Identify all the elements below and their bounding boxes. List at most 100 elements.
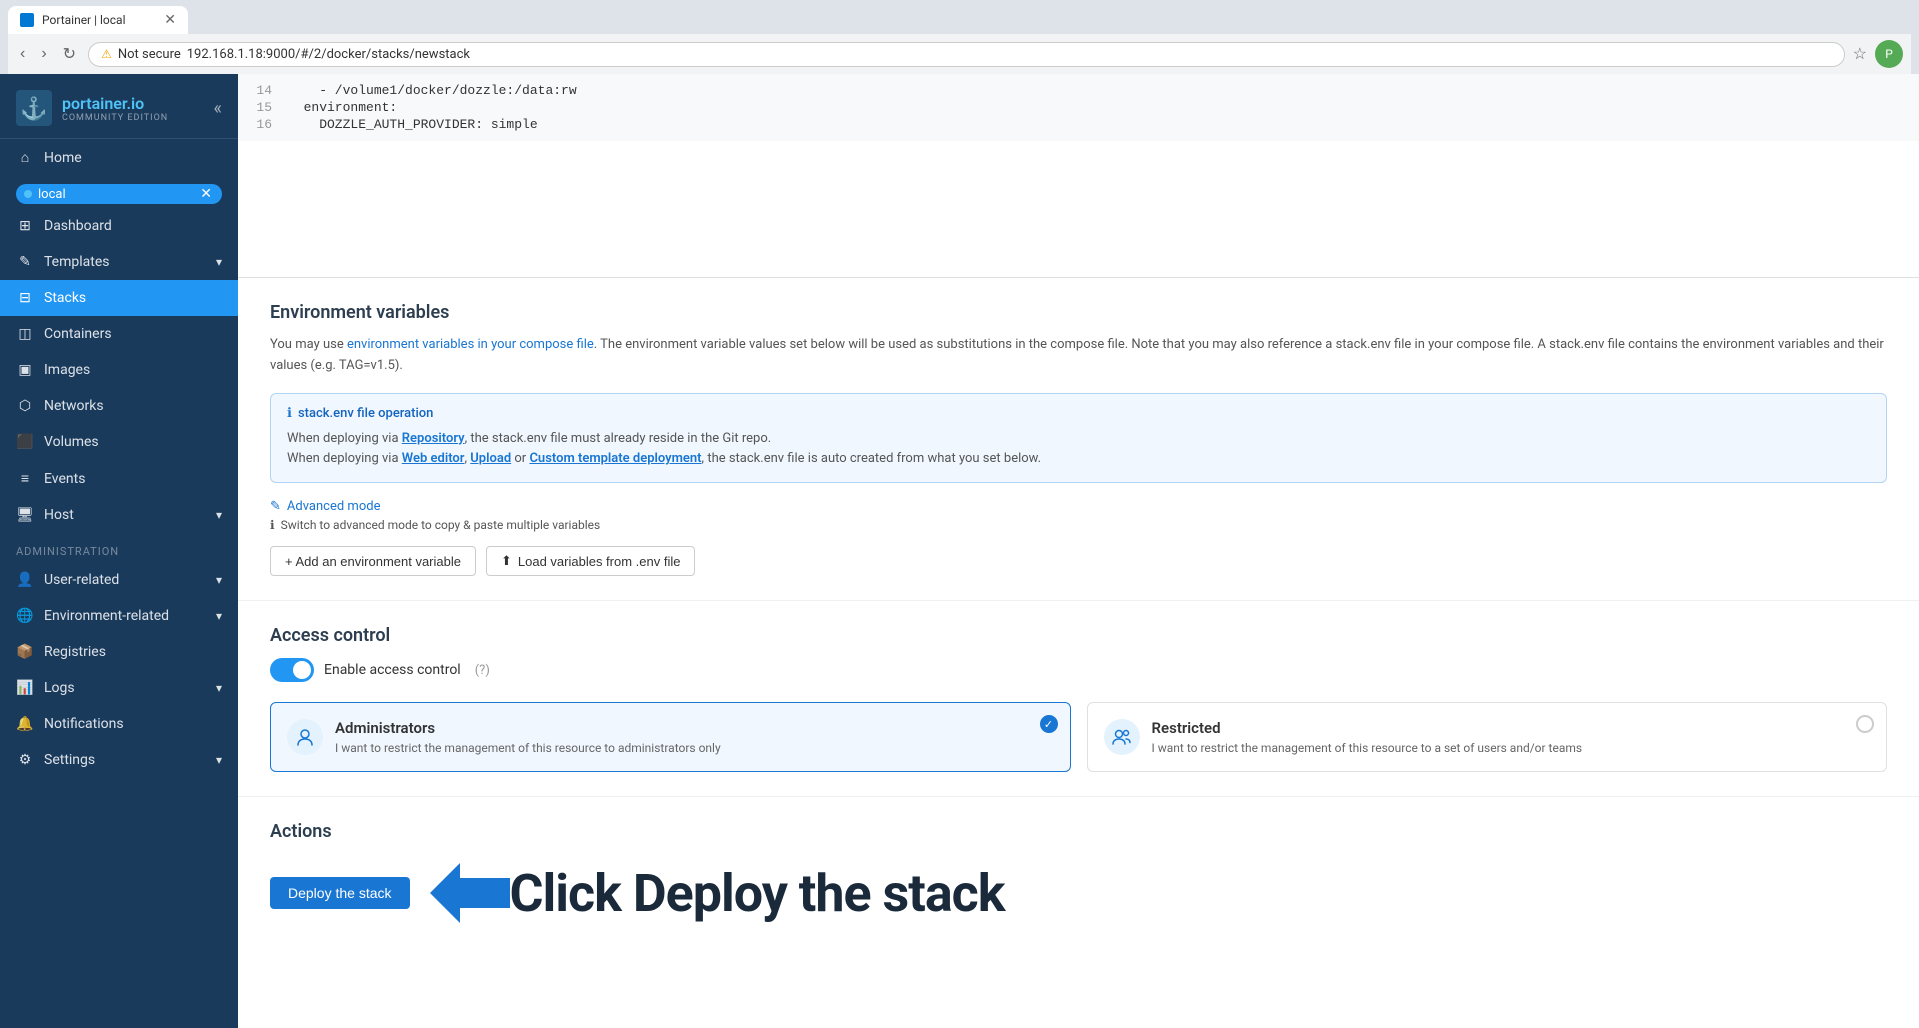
forward-btn[interactable]: › [37, 41, 50, 67]
code-line-14: 14 - /volume1/docker/dozzle:/data:rw [238, 82, 1919, 99]
sidebar-item-templates[interactable]: ✎ Templates ▾ [0, 244, 238, 280]
info-line2-mid2: or [511, 451, 529, 466]
advanced-mode-label: Advanced mode [287, 499, 381, 514]
administrators-content: Administrators I want to restrict the ma… [335, 719, 1054, 755]
env-desc-link[interactable]: environment variables in your compose fi… [347, 337, 594, 352]
active-tab[interactable]: Portainer | local ✕ [8, 6, 188, 34]
sidebar-item-registries[interactable]: 📦 Registries [0, 634, 238, 670]
reload-btn[interactable]: ↻ [59, 40, 80, 68]
info-line1-link[interactable]: Repository [402, 431, 465, 446]
images-icon: ▣ [16, 362, 34, 378]
restricted-icon [1104, 719, 1140, 755]
code-empty-space [238, 141, 1919, 261]
url-display: 192.168.1.18:9000/#/2/docker/stacks/news… [187, 47, 470, 62]
sidebar-item-label: Events [44, 471, 85, 487]
info-line2-link3[interactable]: Custom template deployment [529, 451, 701, 466]
tab-favicon [20, 13, 34, 27]
logo-area: ⚓ portainer.io COMMUNITY EDITION [16, 90, 168, 126]
bookmark-btn[interactable]: ☆ [1853, 44, 1867, 64]
sidebar-item-label: Stacks [44, 290, 86, 306]
code-block: 14 - /volume1/docker/dozzle:/data:rw 15 … [238, 74, 1919, 141]
toggle-label: Enable access control [324, 662, 461, 678]
host-chevron-icon: ▾ [216, 508, 222, 522]
containers-icon: ◫ [16, 326, 34, 342]
advanced-mode-toggle[interactable]: ✎ Advanced mode [270, 499, 1887, 514]
info-line-1: When deploying via Repository, the stack… [287, 429, 1870, 450]
back-btn[interactable]: ‹ [16, 41, 29, 67]
sidebar-item-stacks[interactable]: ⊟ Stacks [0, 280, 238, 316]
host-icon: 🖥 [16, 507, 34, 523]
sidebar-item-notifications[interactable]: 🔔 Notifications [0, 706, 238, 742]
browser-tabs: Portainer | local ✕ [8, 6, 1911, 34]
add-env-var-btn[interactable]: + Add an environment variable [270, 546, 476, 576]
sidebar-item-images[interactable]: ▣ Images [0, 352, 238, 388]
env-close-btn[interactable]: ✕ [200, 186, 212, 202]
sidebar-item-label: Settings [44, 752, 95, 768]
restricted-radio [1856, 715, 1874, 733]
tab-close-btn[interactable]: ✕ [164, 12, 176, 28]
sidebar-collapse-btn[interactable]: « [214, 98, 222, 119]
user-avatar[interactable]: P [1875, 40, 1903, 68]
sidebar-item-label: Registries [44, 644, 106, 660]
actions-section: Actions Deploy the stack Click Deploy th… [238, 797, 1919, 968]
line-content: - /volume1/docker/dozzle:/data:rw [288, 82, 577, 99]
annotation-arrow-icon [430, 858, 510, 928]
environment-related-icon: 🌐 [16, 608, 34, 624]
deploy-stack-btn[interactable]: Deploy the stack [270, 877, 410, 909]
sidebar-item-volumes[interactable]: ⬛ Volumes [0, 424, 238, 460]
sidebar-item-networks[interactable]: ⬡ Networks [0, 388, 238, 424]
access-control-section: Access control Enable access control (?) [238, 601, 1919, 797]
info-line1-pre: When deploying via [287, 431, 402, 446]
info-circle-icon: ℹ [287, 406, 292, 421]
administrators-icon [287, 719, 323, 755]
advanced-mode-sub: ℹ Switch to advanced mode to copy & past… [270, 518, 1887, 532]
templates-icon: ✎ [16, 254, 34, 270]
sidebar-item-user-related[interactable]: 👤 User-related ▾ [0, 562, 238, 598]
networks-icon: ⬡ [16, 398, 34, 414]
sidebar-item-label: Environment-related [44, 608, 169, 624]
sidebar-item-dashboard[interactable]: ⊞ Dashboard [0, 208, 238, 244]
access-card-restricted[interactable]: Restricted I want to restrict the manage… [1087, 702, 1888, 772]
sidebar-item-label: Templates [44, 254, 110, 270]
load-env-btn[interactable]: ⬆ Load variables from .env file [486, 546, 696, 576]
sidebar-item-containers[interactable]: ◫ Containers [0, 316, 238, 352]
deploy-stack-label: Deploy the stack [288, 885, 392, 901]
logs-icon: 📊 [16, 680, 34, 696]
sidebar-item-label: Networks [44, 398, 104, 414]
volumes-icon: ⬛ [16, 434, 34, 450]
templates-chevron-icon: ▾ [216, 255, 222, 269]
sidebar-item-host[interactable]: 🖥 Host ▾ [0, 497, 238, 533]
env-badge[interactable]: local ✕ [16, 184, 222, 204]
sidebar-item-events[interactable]: ≡ Events [0, 460, 238, 497]
toggle-info-icon[interactable]: (?) [475, 663, 490, 678]
add-env-var-label: + Add an environment variable [285, 554, 461, 569]
access-card-administrators[interactable]: Administrators I want to restrict the ma… [270, 702, 1071, 772]
sidebar-item-home[interactable]: ⌂ Home [0, 139, 238, 176]
administrators-title: Administrators [335, 719, 1054, 737]
env-name: local [38, 187, 66, 202]
info-box-title: ℹ stack.env file operation [287, 406, 1870, 421]
user-related-chevron-icon: ▾ [216, 573, 222, 587]
line-content: DOZZLE_AUTH_PROVIDER: simple [288, 116, 538, 133]
code-line-16: 16 DOZZLE_AUTH_PROVIDER: simple [238, 116, 1919, 133]
sidebar-item-label: Home [44, 150, 82, 166]
restricted-title: Restricted [1152, 719, 1871, 737]
info-line-2: When deploying via Web editor, Upload or… [287, 449, 1870, 470]
security-icon: ⚠ [101, 47, 112, 61]
info-line2-link1[interactable]: Web editor [402, 451, 465, 466]
sidebar-logo: ⚓ portainer.io COMMUNITY EDITION « [0, 74, 238, 139]
notifications-icon: 🔔 [16, 716, 34, 732]
info-line2-link2[interactable]: Upload [470, 451, 511, 466]
address-bar[interactable]: ⚠ Not secure 192.168.1.18:9000/#/2/docke… [88, 42, 1845, 67]
events-icon: ≡ [16, 470, 34, 487]
sidebar-item-settings[interactable]: ⚙ Settings ▾ [0, 742, 238, 778]
admin-section-label: Administration [0, 533, 238, 562]
logo-main-text: portainer.io [62, 94, 168, 113]
access-control-toggle[interactable] [270, 658, 314, 682]
sidebar-item-environment-related[interactable]: 🌐 Environment-related ▾ [0, 598, 238, 634]
main-content: 14 - /volume1/docker/dozzle:/data:rw 15 … [238, 74, 1919, 1028]
sidebar-item-logs[interactable]: 📊 Logs ▾ [0, 670, 238, 706]
info-line2-post: , the stack.env file is auto created fro… [702, 451, 1042, 466]
env-vars-section: Environment variables You may use enviro… [238, 278, 1919, 601]
advanced-mode-sub-text: Switch to advanced mode to copy & paste … [281, 518, 601, 532]
